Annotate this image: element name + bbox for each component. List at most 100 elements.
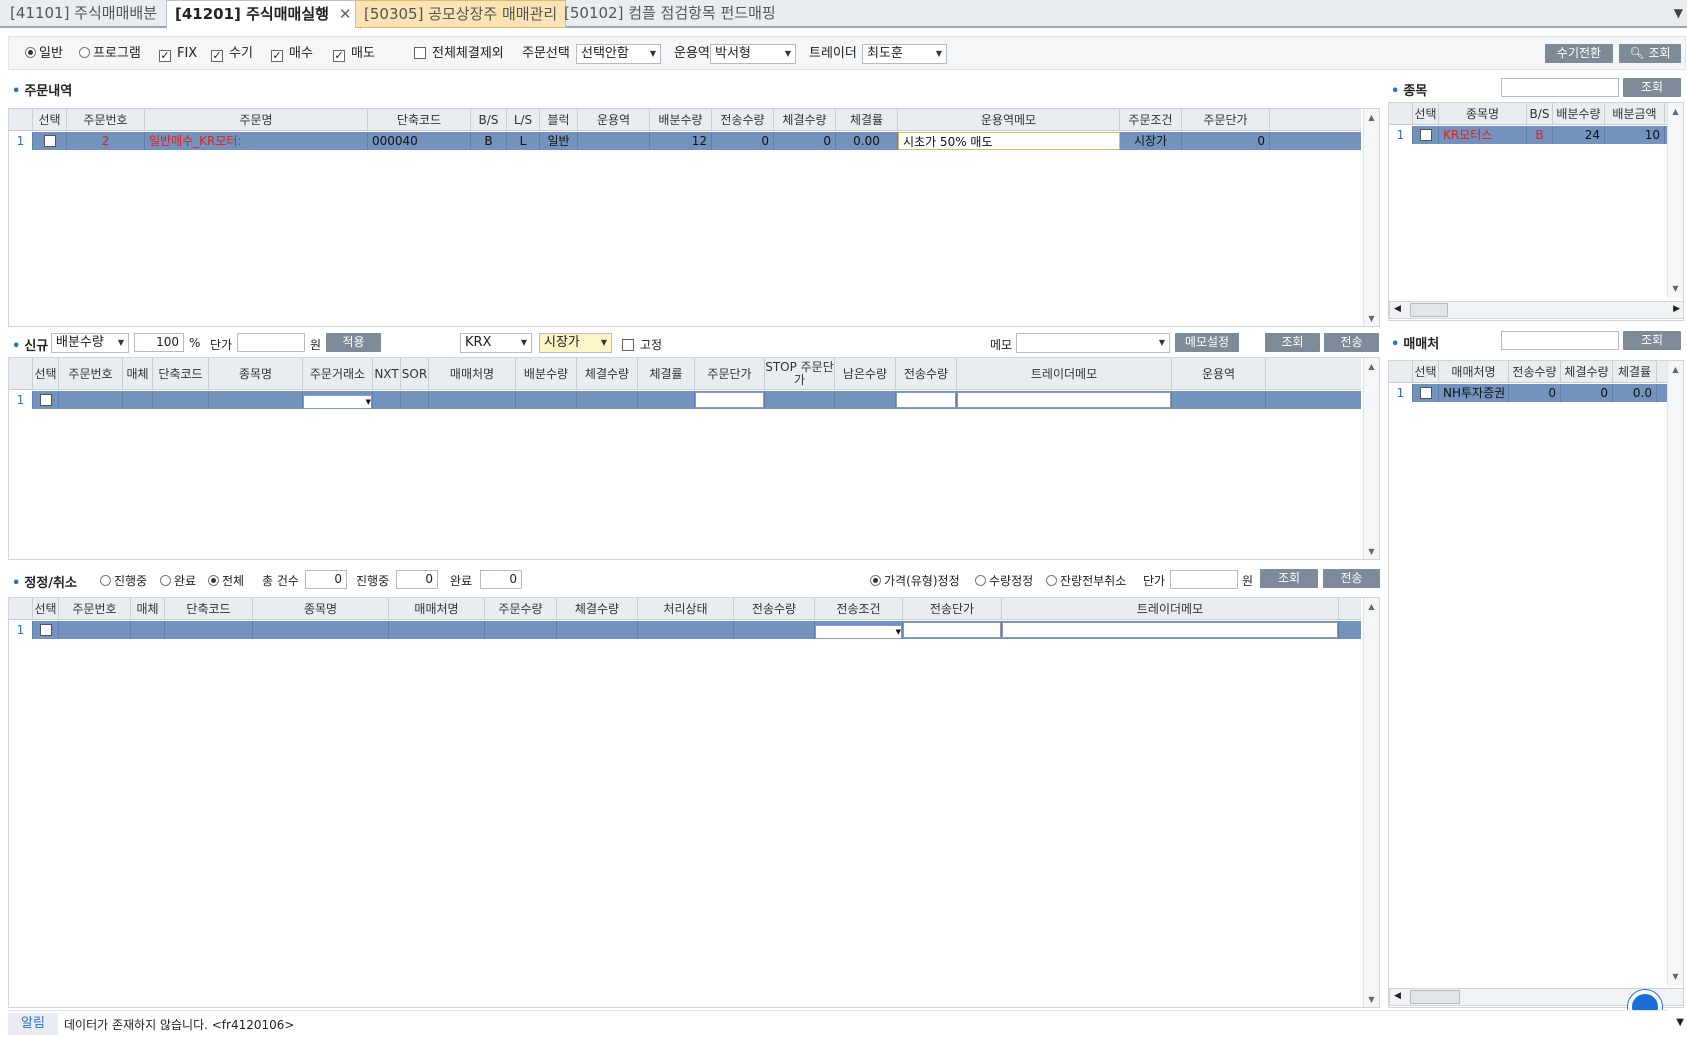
column-header[interactable]: 단축코드 [153,358,209,390]
select-checkbox[interactable] [33,132,67,150]
scroll-down-icon[interactable]: ▼ [1668,282,1683,296]
order-price-cell[interactable] [695,391,765,409]
scroll-down-icon[interactable]: ▼ [1668,970,1683,984]
column-header[interactable]: 선택 [33,598,59,620]
column-header[interactable]: 체결수량 [577,358,638,390]
modify-send-button[interactable]: 전송 [1323,569,1380,588]
column-header[interactable]: B/S [471,109,507,131]
trader-memo-cell[interactable] [957,391,1172,409]
exchange-cell[interactable]: ▼ [303,391,373,409]
cell-dropdown[interactable]: ▼ [815,625,902,639]
scroll-down-icon[interactable]: ▼ [1364,545,1379,559]
manager-memo[interactable]: 시초가 50% 매도 [898,132,1120,150]
radio-qty-modify[interactable]: 수량정정 [975,572,1033,589]
modify-search-button[interactable]: 조회 [1260,569,1318,588]
column-header[interactable]: 매매처명 [1439,361,1509,383]
fixed-checkbox[interactable]: 고정 [622,336,662,353]
checkbox-exclude-filled[interactable]: 전체체결제외 [414,37,504,71]
basis-dropdown[interactable]: 배분수량 ▼ [51,333,129,353]
column-header[interactable]: 전송단가 [903,598,1002,620]
table-row[interactable]: 1 ▼ [9,621,1361,639]
column-header[interactable]: 매매처명 [429,358,516,390]
checkbox-manual[interactable]: ✓ 수기 [211,37,253,71]
column-header[interactable]: NXT [373,358,401,390]
scroll-up-icon[interactable]: ▲ [1668,105,1683,119]
column-header[interactable]: 매체 [131,598,165,620]
tab-41201[interactable]: [41201] 주식매매실행 ✕ [166,0,361,29]
vertical-scrollbar[interactable]: ▲ ▼ [1363,358,1379,559]
column-header[interactable]: 체결률 [1613,361,1657,383]
table-row[interactable]: 1 KR모터스 B 24 10 [1389,126,1669,144]
column-header[interactable]: 트레이더메모 [957,358,1172,390]
trader-memo-cell[interactable] [1002,621,1339,639]
column-header[interactable]: 주문수량 [485,598,557,620]
chevron-down-icon[interactable]: ▼ [1674,6,1683,20]
column-header[interactable]: 선택 [1413,361,1439,383]
table-row[interactable]: 1 NH투자증권 0 0 0.0 [1389,384,1669,402]
checkbox-icon[interactable] [39,394,52,406]
manager-dropdown[interactable]: 박서형 ▼ [710,44,796,64]
checkbox-fix[interactable]: ✓ FIX [159,37,197,71]
table-row[interactable]: 1 2 일반매수_KR모터: 000040 B L 일반 12 0 0 0.00 시초가 50% 매도… [9,132,1361,150]
scroll-down-icon[interactable]: ▼ [1364,312,1379,326]
cell-input[interactable] [695,392,764,408]
column-header[interactable]: 운용역 [578,109,650,131]
modify-price-input[interactable] [1170,570,1238,589]
scroll-up-icon[interactable]: ▲ [1364,111,1379,125]
radio-done[interactable]: 완료 [160,572,196,589]
order-type-dropdown[interactable]: 시장가 ▼ [539,333,612,353]
select-checkbox[interactable] [33,391,59,409]
stock-search-input[interactable] [1501,78,1619,97]
order-select-dropdown[interactable]: 선택안함 ▼ [576,44,661,64]
column-header[interactable]: 전송수량 [712,109,774,131]
column-header[interactable]: 운용역 [1172,358,1266,390]
cell-input[interactable] [1002,622,1338,638]
broker-search-input[interactable] [1501,331,1619,350]
cell-dropdown[interactable]: ▼ [303,395,372,409]
horizontal-scrollbar[interactable]: ◀ ▶ [1389,301,1683,319]
column-header[interactable]: 전송수량 [896,358,957,390]
column-header[interactable]: 전송수량 [1509,361,1561,383]
scroll-down-icon[interactable]: ▼ [1364,993,1379,1007]
scroll-up-icon[interactable]: ▲ [1364,600,1379,614]
radio-in-progress[interactable]: 진행중 [100,572,147,589]
apply-button[interactable]: 적용 [326,333,381,352]
column-header[interactable]: B/S [1527,103,1553,125]
percent-input[interactable]: 100 [134,333,184,352]
vertical-scrollbar[interactable]: ▲ ▼ [1363,598,1379,1007]
column-header[interactable]: 단축코드 [368,109,471,131]
switch-manual-button[interactable]: 수기전환 [1545,44,1613,63]
column-header[interactable]: 운용역메모 [898,109,1120,131]
column-header[interactable]: SOR [401,358,429,390]
column-header[interactable]: 주문번호 [67,109,145,131]
column-header[interactable]: 블럭 [540,109,578,131]
select-checkbox[interactable] [1413,126,1439,144]
radio-normal[interactable]: 일반 [25,37,63,71]
column-header[interactable]: 매매처명 [389,598,485,620]
radio-cancel-all[interactable]: 잔량전부취소 [1046,572,1126,589]
scroll-left-icon[interactable]: ◀ [1394,991,1401,1001]
column-header[interactable]: 선택 [1413,103,1439,125]
column-header[interactable]: 체결수량 [1561,361,1613,383]
column-header[interactable]: L/S [507,109,540,131]
send-price-cell[interactable] [903,621,1002,639]
column-header[interactable]: 주문단가 [1182,109,1270,131]
column-header[interactable]: STOP 주문단가 [765,358,835,390]
cell-input[interactable] [903,622,1001,638]
column-header[interactable]: 전송수량 [734,598,815,620]
column-header[interactable]: 트레이더메모 [1002,598,1339,620]
price-input[interactable] [237,333,305,352]
column-header[interactable]: 주문거래소 [303,358,373,390]
column-header[interactable]: 남은수량 [835,358,896,390]
column-header[interactable]: 선택 [33,109,67,131]
vertical-scrollbar[interactable]: ▲ ▼ [1667,361,1683,986]
checkbox-icon[interactable] [1419,387,1432,399]
scroll-up-icon[interactable]: ▲ [1364,360,1379,374]
column-header[interactable]: 주문번호 [59,598,131,620]
column-header[interactable]: 체결수량 [557,598,638,620]
select-checkbox[interactable] [1413,384,1439,402]
broker-search-button[interactable]: 조회 [1623,331,1681,350]
cell-input[interactable] [957,392,1171,408]
column-header[interactable]: 배분수량 [1553,103,1605,125]
column-header[interactable]: 체결수량 [774,109,836,131]
